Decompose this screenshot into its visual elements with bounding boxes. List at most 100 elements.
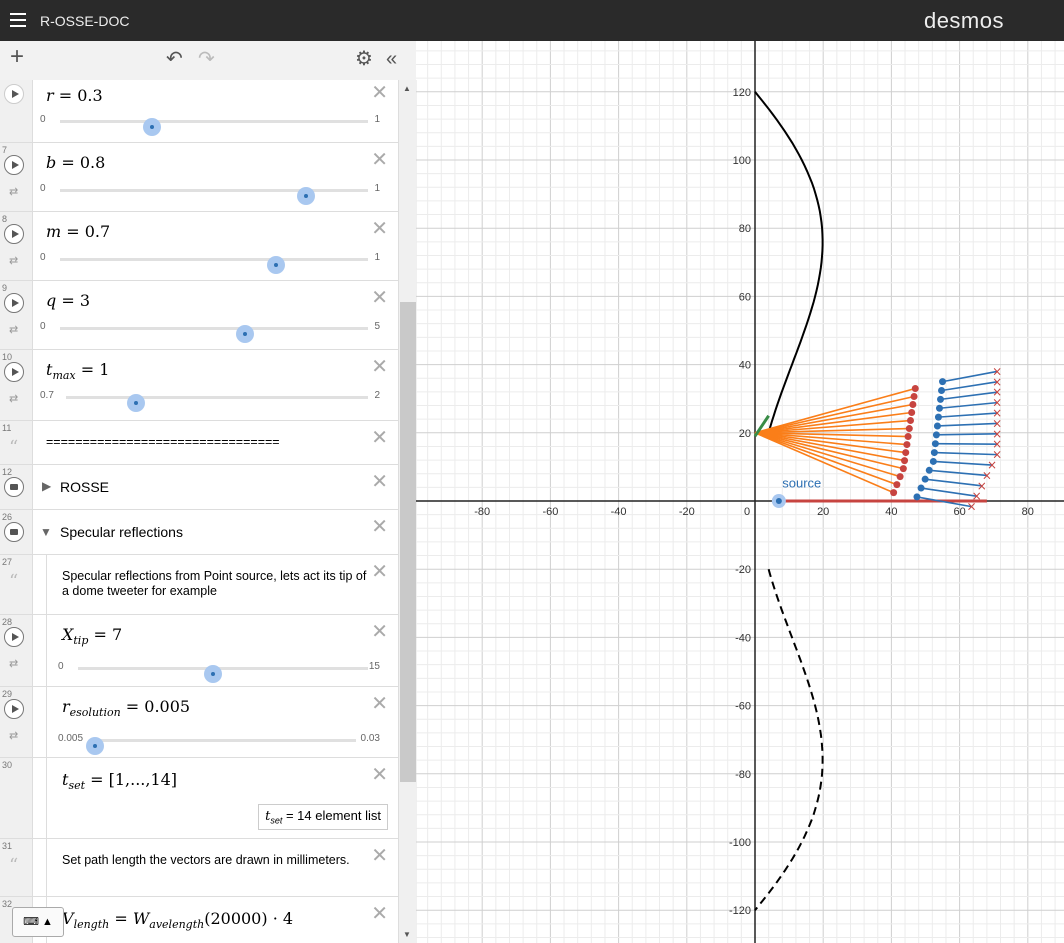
note-separator[interactable]: 11 “ ================================ ✕	[0, 421, 398, 465]
slider-b[interactable]: 01	[40, 183, 380, 205]
scroll-down-icon[interactable]: ▼	[403, 930, 411, 939]
expression-tset[interactable]: 30 tset = [1,...,14] tset = 14 element l…	[0, 758, 398, 839]
delete-icon[interactable]: ✕	[371, 285, 388, 310]
slider-max[interactable]: 1	[374, 252, 380, 263]
delete-icon[interactable]: ✕	[371, 147, 388, 172]
expression-m[interactable]: 8 ⇄ m = 0.7 01 ✕	[0, 212, 398, 281]
loop-icon[interactable]: ⇄	[9, 254, 18, 267]
slider-value[interactable]: 7	[112, 625, 122, 644]
delete-icon[interactable]: ✕	[371, 354, 388, 379]
slider-tmax[interactable]: 0.7 2	[40, 390, 380, 412]
loop-icon[interactable]: ⇄	[9, 185, 18, 198]
slider-min[interactable]: 0.005	[58, 733, 83, 744]
folder-icon[interactable]	[4, 522, 24, 542]
folder-collapsed-arrow-icon[interactable]: ▶	[42, 479, 51, 493]
note-specular[interactable]: 27 “ Specular reflections from Point sour…	[0, 555, 398, 615]
menu-icon[interactable]	[10, 13, 26, 31]
slider-value[interactable]: 3	[80, 291, 90, 310]
slider-min[interactable]: 0	[40, 252, 46, 263]
slider-value[interactable]: 0.005	[144, 697, 190, 716]
slider-xtip[interactable]: 0 15	[58, 661, 380, 683]
slider-r[interactable]: 01	[40, 114, 380, 136]
slider-max[interactable]: 0.03	[361, 733, 380, 744]
slider-handle[interactable]	[126, 394, 145, 412]
slider-value[interactable]: 0.3	[77, 86, 102, 105]
slider-min[interactable]: 0	[40, 114, 46, 125]
loop-icon[interactable]: ⇄	[9, 392, 18, 405]
delete-icon[interactable]: ✕	[371, 559, 388, 584]
keypad-toggle-button[interactable]: ⌨ ▲	[12, 907, 64, 937]
expression-xtip[interactable]: 28 ⇄ Xtip = 7 0 15 ✕	[0, 615, 398, 687]
play-icon[interactable]	[4, 627, 24, 647]
slider-max[interactable]: 5	[374, 321, 380, 332]
play-icon[interactable]	[4, 224, 24, 244]
slider-min[interactable]: 0.7	[40, 390, 54, 401]
slider-min[interactable]: 0	[40, 321, 46, 332]
slider-value[interactable]: 0.7	[85, 222, 110, 241]
slider-min[interactable]: 0	[40, 183, 46, 194]
delete-icon[interactable]: ✕	[371, 514, 388, 539]
note-text[interactable]: Specular reflections from Point source, …	[62, 569, 368, 599]
delete-icon[interactable]: ✕	[371, 216, 388, 241]
slider-value[interactable]: 0.8	[80, 153, 105, 172]
folder-title[interactable]: Specular reflections	[60, 524, 183, 540]
folder-title[interactable]: ROSSE	[60, 479, 109, 495]
graph-canvas[interactable]: -80 -60 -40 -20 0 20 40 60 80 120 100 80 60 40 20 -20 -4…	[416, 41, 1064, 943]
add-expression-icon[interactable]: +	[10, 45, 24, 69]
reflected-ray-start-point	[932, 431, 940, 439]
delete-icon[interactable]: ✕	[371, 762, 388, 787]
delete-icon[interactable]: ✕	[371, 469, 388, 494]
slider-handle[interactable]	[297, 187, 316, 205]
delete-icon[interactable]: ✕	[371, 425, 388, 450]
play-icon[interactable]	[4, 293, 24, 313]
delete-icon[interactable]: ✕	[371, 691, 388, 716]
expression-resolution[interactable]: 29 ⇄ resolution = 0.005 0.005 0.03 ✕	[0, 687, 398, 758]
delete-icon[interactable]: ✕	[371, 901, 388, 926]
play-icon[interactable]	[4, 155, 24, 175]
slider-handle[interactable]	[266, 256, 285, 274]
slider-max[interactable]: 15	[369, 661, 380, 672]
slider-handle[interactable]	[143, 118, 162, 136]
loop-icon[interactable]: ⇄	[9, 657, 18, 670]
undo-icon[interactable]: ↶	[166, 49, 183, 69]
delete-icon[interactable]: ✕	[371, 843, 388, 868]
reflected-ray	[933, 460, 993, 466]
play-icon[interactable]	[4, 362, 24, 382]
redo-icon[interactable]: ↷	[198, 49, 215, 69]
slider-q[interactable]: 05	[40, 321, 380, 343]
slider-min[interactable]: 0	[58, 661, 64, 672]
scroll-up-icon[interactable]: ▲	[403, 84, 411, 93]
slider-handle[interactable]	[235, 325, 254, 343]
play-icon[interactable]	[4, 84, 24, 104]
folder-icon[interactable]	[4, 477, 24, 497]
expression-q[interactable]: 9 ⇄ q = 3 05 ✕	[0, 281, 398, 350]
slider-handle[interactable]	[86, 737, 104, 755]
slider-max[interactable]: 1	[374, 114, 380, 125]
note-text[interactable]: Set path length the vectors are drawn in…	[62, 853, 368, 868]
folder-specular-reflections[interactable]: 26 ▼ Specular reflections ✕	[0, 510, 398, 555]
scrollbar-thumb[interactable]	[400, 302, 416, 782]
slider-m[interactable]: 01	[40, 252, 380, 274]
slider-resolution[interactable]: 0.005 0.03	[58, 733, 380, 755]
slider-value[interactable]: 1	[99, 360, 109, 379]
settings-gear-icon[interactable]: ⚙	[355, 49, 373, 69]
slider-max[interactable]: 1	[374, 183, 380, 194]
graph-title[interactable]: R-OSSE-DOC	[40, 13, 129, 29]
expression-r[interactable]: r = 0.3 01 ✕	[0, 80, 398, 143]
delete-icon[interactable]: ✕	[371, 80, 388, 105]
loop-icon[interactable]: ⇄	[9, 323, 18, 336]
note-path-length[interactable]: 31 “ Set path length the vectors are draw…	[0, 839, 398, 897]
expression-tmax[interactable]: 10 ⇄ tmax = 1 0.7 2 ✕	[0, 350, 398, 421]
delete-icon[interactable]: ✕	[371, 619, 388, 644]
collapse-panel-icon[interactable]: «	[386, 49, 397, 69]
expression-b[interactable]: 7 ⇄ b = 0.8 01 ✕	[0, 143, 398, 212]
slider-max[interactable]: 2	[374, 390, 380, 401]
note-text[interactable]: ================================	[46, 435, 368, 450]
expression-list-scrollbar[interactable]: ▲ ▼	[398, 80, 417, 943]
loop-icon[interactable]: ⇄	[9, 729, 18, 742]
expression-number: 7	[2, 145, 8, 155]
play-icon[interactable]	[4, 699, 24, 719]
folder-rosse[interactable]: 12 ▶ ROSSE ✕	[0, 465, 398, 510]
slider-handle[interactable]	[204, 665, 223, 683]
folder-expanded-arrow-icon[interactable]: ▼	[40, 525, 52, 539]
